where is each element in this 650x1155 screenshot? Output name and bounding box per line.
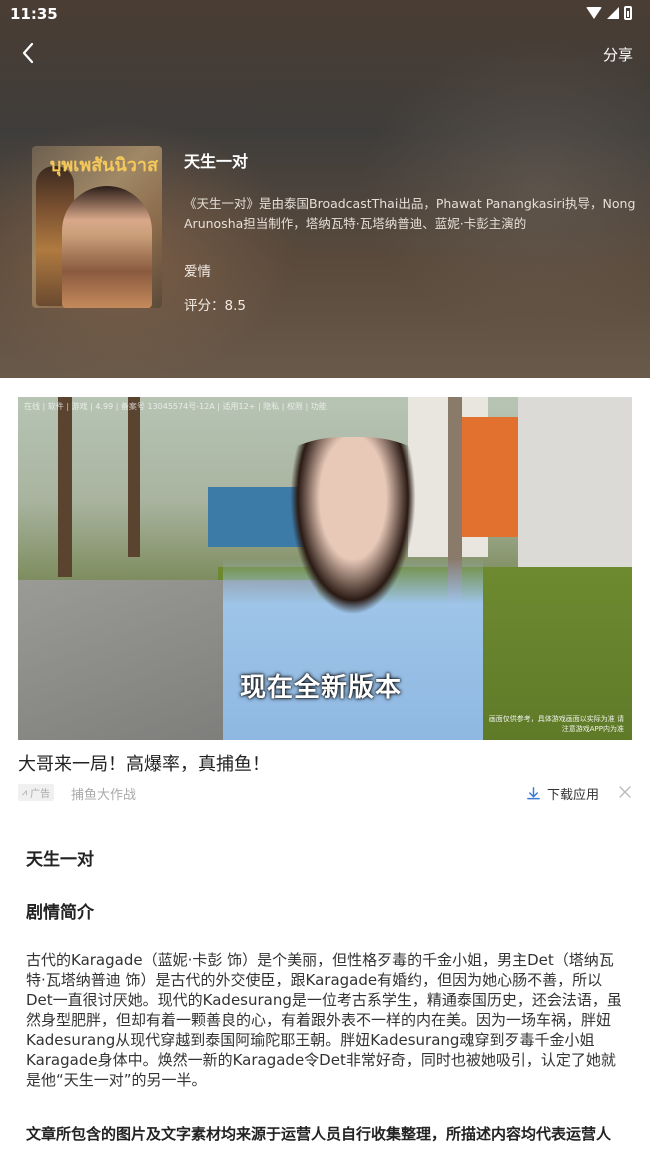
ad-image-caption: 现在全新版本 bbox=[240, 673, 403, 703]
article-heading: 天生一对 bbox=[26, 850, 94, 870]
ad-download-label: 下载应用 bbox=[547, 788, 600, 803]
ad-badge: ⩘ 广告 bbox=[18, 784, 55, 801]
ad-meta-row: ⩘ 广告 捕鱼大作战 下载应用 bbox=[18, 784, 634, 803]
poster-title-text: บุพเพสันนิวาส bbox=[49, 155, 158, 176]
wifi-icon bbox=[586, 7, 602, 19]
drama-title: 天生一对 bbox=[184, 152, 249, 171]
synopsis-title: 剧情简介 bbox=[26, 903, 94, 923]
drama-info: 天生一对 《天生一对》是由泰国BroadcastThai出品，Phawat Pa… bbox=[184, 148, 636, 314]
drama-genre: 爱情 bbox=[184, 264, 211, 280]
disclaimer-text: 文章所包含的图片及文字素材均来源于运营人员自行收集整理，所描述内容均代表运营人 bbox=[26, 1125, 612, 1143]
drama-header: 11:35 分享 บุพเพสันนิวาส 天生一对 《天生一对》是由泰国Br… bbox=[0, 0, 650, 378]
ad-image-notice: 画面仅供参考，具体游戏画面以实际为准 请注意游戏APP内为准 bbox=[488, 715, 624, 733]
share-button[interactable]: 分享 bbox=[603, 44, 633, 65]
ad-title[interactable]: 大哥来一局！高爆率，真捕鱼！ bbox=[18, 750, 270, 776]
download-icon bbox=[527, 787, 540, 800]
ad-source: 捕鱼大作战 bbox=[71, 788, 137, 803]
ad-scene-tree bbox=[58, 397, 72, 577]
signal-icon bbox=[607, 7, 619, 19]
back-button[interactable] bbox=[16, 40, 42, 66]
ad-scene-building-right bbox=[518, 397, 632, 567]
ad-badge-label: 广告 bbox=[30, 789, 51, 800]
ad-download-button[interactable]: 下载应用 bbox=[526, 784, 599, 803]
article: 天生一对 剧情简介 古代的Karagade（蓝妮·卡彭 饰）是个美丽，但性格歹毒… bbox=[26, 845, 626, 1144]
drama-rating: 评分：8.5 bbox=[184, 298, 246, 314]
status-bar: 11:35 bbox=[0, 0, 650, 30]
close-icon bbox=[619, 786, 631, 798]
ad-scene-tree bbox=[128, 397, 140, 557]
synopsis-text: 古代的Karagade（蓝妮·卡彭 饰）是个美丽，但性格歹毒的千金小姐，男主De… bbox=[26, 951, 622, 1089]
drama-description: 《天生一对》是由泰国BroadcastThai出品，Phawat Panangk… bbox=[184, 196, 636, 231]
battery-icon bbox=[624, 6, 632, 20]
status-icons bbox=[586, 6, 632, 20]
ad-logo-icon: ⩘ bbox=[22, 787, 28, 798]
chevron-left-icon bbox=[22, 42, 34, 64]
ad-image[interactable]: 在线 | 软件 | 游戏 | 4.99 | 备案号 13045574号-12A … bbox=[18, 397, 632, 740]
ad-close-button[interactable] bbox=[618, 784, 632, 798]
drama-poster: บุพเพสันนิวาส bbox=[32, 146, 162, 308]
ad-image-meta: 在线 | 软件 | 游戏 | 4.99 | 备案号 13045574号-12A … bbox=[24, 402, 327, 411]
poster-figure-woman bbox=[62, 186, 152, 308]
status-time: 11:35 bbox=[10, 5, 58, 23]
